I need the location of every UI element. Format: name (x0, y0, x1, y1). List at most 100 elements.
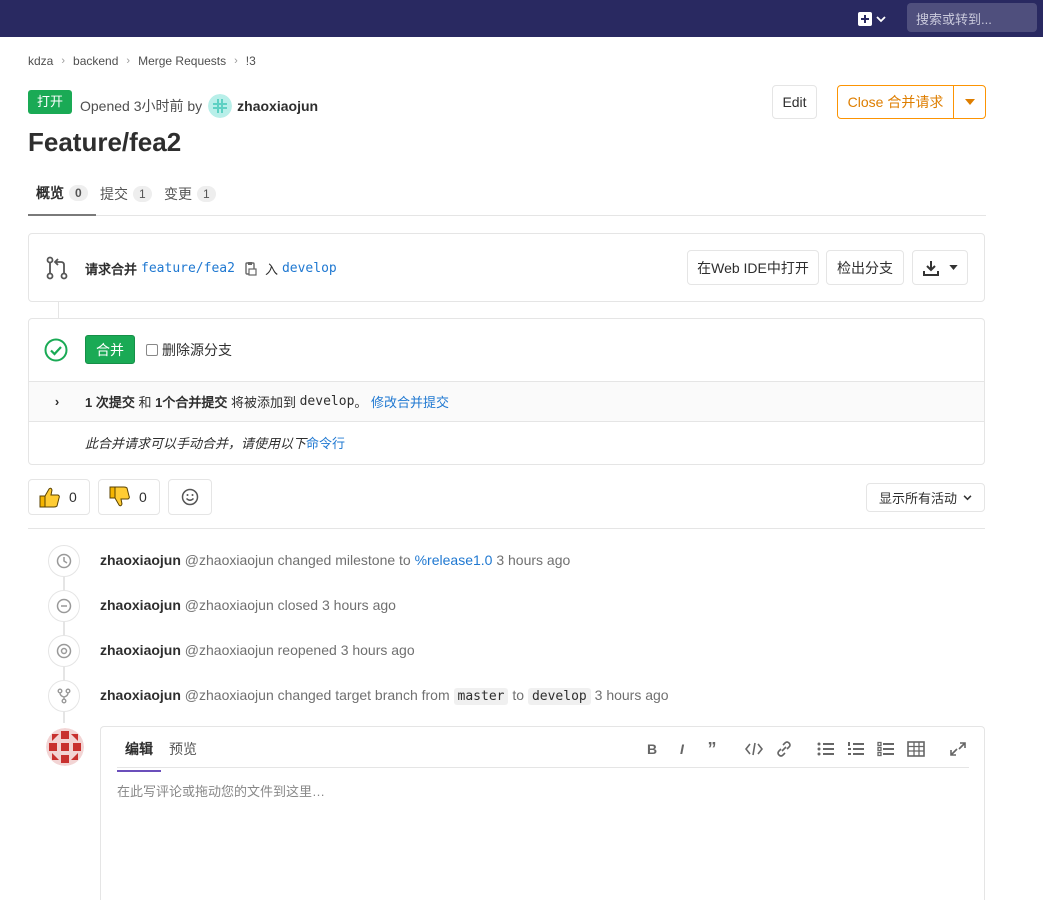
caret-down-icon (964, 99, 975, 105)
close-merge-request-button[interactable]: Close 合并请求 (837, 85, 954, 119)
chevron-down-icon (963, 494, 972, 500)
mr-tabs: 概览 0 提交 1 变更 1 (28, 172, 986, 216)
target-branch-name: develop (299, 394, 355, 409)
period-text: 。 (354, 395, 368, 410)
note-action: changed milestone to (277, 552, 411, 568)
fullscreen-icon[interactable] (949, 741, 967, 757)
add-reaction-button[interactable] (168, 479, 212, 515)
system-note: zhaoxiaojun @zhaoxiaojun reopened 3 hour… (48, 635, 415, 667)
note-handle[interactable]: @zhaoxiaojun (185, 552, 274, 568)
commits-summary-row[interactable]: › 1 次提交 和 1个合并提交 将被添加到 develop 。 修改合并提交 (29, 381, 984, 422)
note-action: changed target branch from (277, 687, 450, 703)
download-dropdown-button[interactable] (912, 250, 968, 285)
comment-textarea[interactable]: 在此写评论或拖动您的文件到这里… (117, 781, 325, 800)
thumbs-up-icon (39, 487, 60, 508)
author-avatar[interactable] (208, 94, 233, 118)
thumbs-down-icon (109, 486, 130, 507)
tab-write[interactable]: 编辑 (117, 739, 161, 772)
note-author[interactable]: zhaoxiaojun (100, 687, 181, 703)
open-web-ide-button[interactable]: 在Web IDE中打开 (687, 250, 819, 285)
quote-icon[interactable]: ” (703, 739, 721, 759)
merge-button[interactable]: 合并 (85, 335, 135, 364)
plus-square-icon (858, 12, 872, 26)
modify-merge-commit-link[interactable]: 修改合并提交 (371, 392, 449, 411)
target-branch-link[interactable]: develop (282, 261, 337, 276)
note-author[interactable]: zhaoxiaojun (100, 597, 181, 613)
note-author[interactable]: zhaoxiaojun (100, 642, 181, 658)
manual-merge-text: 此合并请求可以手动合并，请使用以下 (85, 436, 307, 451)
activity-filter-dropdown[interactable]: 显示所有活动 (866, 483, 985, 512)
note-body: zhaoxiaojun @zhaoxiaojun changed target … (100, 687, 669, 705)
comment-editor: 编辑 预览 B I ” 在此写评论或拖动您的文件到这里… (100, 726, 985, 900)
caret-down-icon (948, 265, 958, 270)
smiley-icon (181, 488, 199, 506)
search-input[interactable]: 搜索或转到... (907, 3, 1037, 32)
thumbs-down-button[interactable]: 0 (98, 479, 160, 515)
clock-icon (48, 545, 80, 577)
mr-merge-widget: 合并 删除源分支 › 1 次提交 和 1个合并提交 将被添加到 develop … (28, 318, 985, 465)
command-line-link[interactable]: 命令行 (306, 436, 345, 451)
and-text: 和 (138, 395, 152, 410)
breadcrumb-item-current[interactable]: !3 (246, 54, 256, 68)
to-branch: develop (527, 688, 591, 705)
tab-changes[interactable]: 变更 1 (164, 172, 216, 216)
author-name[interactable]: zhaoxiaojun (237, 98, 318, 114)
chevron-right-icon[interactable]: › (29, 394, 85, 409)
will-add-text: 将被添加到 (230, 395, 296, 410)
milestone-link[interactable]: %release1.0 (415, 552, 493, 568)
opened-info: Opened 3小时前 by zhaoxiaojun (80, 94, 318, 118)
thumbs-up-button[interactable]: 0 (28, 479, 90, 515)
system-note: zhaoxiaojun @zhaoxiaojun changed target … (48, 680, 669, 712)
download-icon (922, 260, 939, 276)
note-author[interactable]: zhaoxiaojun (100, 552, 181, 568)
tab-count: 1 (197, 186, 216, 202)
close-dropdown-toggle[interactable] (953, 85, 986, 119)
note-handle[interactable]: @zhaoxiaojun (185, 687, 274, 703)
reopened-icon (48, 635, 80, 667)
tab-label: 变更 (164, 186, 192, 202)
source-branch-link[interactable]: feature/fea2 (141, 261, 235, 276)
bullet-list-icon[interactable] (817, 741, 835, 757)
system-note: zhaoxiaojun @zhaoxiaojun closed 3 hours … (48, 590, 396, 622)
bold-icon[interactable]: B (643, 741, 661, 757)
chevron-down-icon (876, 16, 886, 23)
italic-icon[interactable]: I (673, 741, 691, 757)
tab-overview[interactable]: 概览 0 (28, 172, 96, 216)
merge-branches-text: 请求合并 feature/fea2 入 develop (85, 259, 337, 278)
note-action: closed (277, 597, 319, 613)
manual-merge-note: 此合并请求可以手动合并，请使用以下命令行 (85, 433, 345, 452)
delete-source-checkbox[interactable] (146, 344, 158, 356)
closed-icon (48, 590, 80, 622)
delete-source-label: 删除源分支 (162, 342, 232, 358)
note-body: zhaoxiaojun @zhaoxiaojun closed 3 hours … (100, 597, 396, 613)
breadcrumb-item[interactable]: kdza (28, 54, 53, 68)
link-icon[interactable] (775, 741, 793, 757)
tab-label: 概览 (36, 185, 64, 201)
mr-source-target-widget: 请求合并 feature/fea2 入 develop 在Web IDE中打开 … (28, 233, 985, 302)
checkout-branch-button[interactable]: 检出分支 (826, 250, 904, 285)
new-dropdown-button[interactable] (858, 9, 892, 29)
tab-preview[interactable]: 预览 (169, 739, 197, 759)
user-avatar[interactable] (46, 728, 84, 766)
note-action: reopened (277, 642, 337, 658)
branch-icon (48, 680, 80, 712)
note-handle[interactable]: @zhaoxiaojun (185, 597, 274, 613)
note-handle[interactable]: @zhaoxiaojun (185, 642, 274, 658)
code-icon[interactable] (745, 741, 763, 757)
page-title: Feature/fea2 (28, 127, 182, 157)
thumbs-down-count: 0 (139, 489, 147, 505)
widget-connector (58, 302, 59, 319)
system-note: zhaoxiaojun @zhaoxiaojun changed milesto… (48, 545, 570, 577)
edit-button[interactable]: Edit (772, 85, 817, 119)
breadcrumb-item[interactable]: backend (73, 54, 118, 68)
copy-icon[interactable] (243, 261, 257, 276)
note-body: zhaoxiaojun @zhaoxiaojun changed milesto… (100, 552, 570, 568)
from-branch: master (453, 688, 509, 705)
task-list-icon[interactable] (877, 741, 895, 757)
breadcrumb-item[interactable]: Merge Requests (138, 54, 226, 68)
numbered-list-icon[interactable] (847, 741, 865, 757)
commits-count: 1 次提交 (85, 395, 135, 410)
delete-source-branch-option[interactable]: 删除源分支 (146, 340, 232, 360)
tab-commits[interactable]: 提交 1 (100, 172, 152, 216)
table-icon[interactable] (907, 741, 925, 757)
